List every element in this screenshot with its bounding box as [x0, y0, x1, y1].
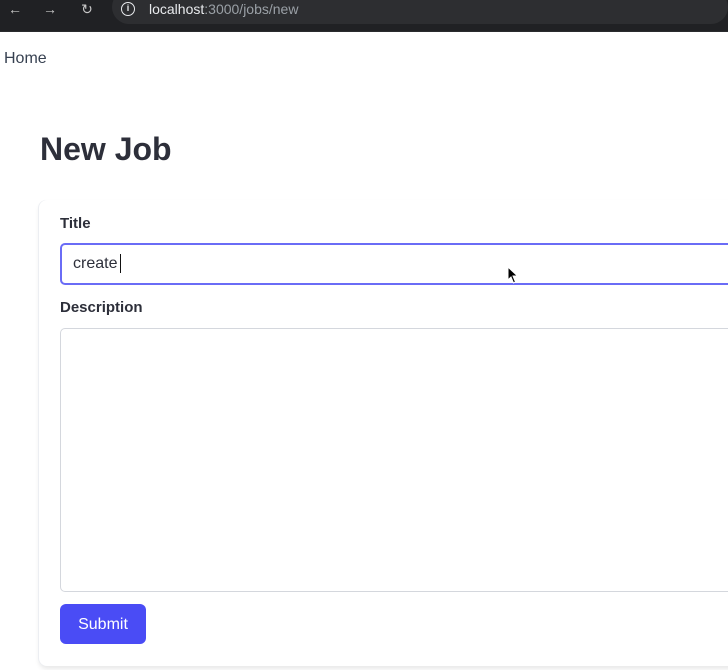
title-label: Title [60, 215, 91, 232]
submit-button[interactable]: Submit [60, 604, 146, 644]
arrow-left-icon: ← [8, 1, 22, 17]
home-link[interactable]: Home [4, 49, 47, 69]
page-title: New Job [40, 131, 172, 167]
forward-button[interactable]: → [40, 0, 60, 18]
back-button[interactable]: ← [5, 0, 25, 18]
mouse-pointer-icon [507, 266, 519, 284]
address-bar[interactable]: i localhost:3000/jobs/new [112, 0, 728, 24]
text-caret [120, 254, 121, 273]
info-icon[interactable]: i [121, 2, 135, 16]
new-job-form: Title Description Submit [39, 200, 728, 666]
description-textarea[interactable] [60, 328, 728, 592]
description-label: Description [60, 299, 143, 316]
url-path: :3000/jobs/new [204, 1, 299, 17]
reload-icon: ↻ [81, 1, 93, 17]
browser-toolbar: ← → ↻ i localhost:3000/jobs/new [0, 0, 728, 32]
title-input[interactable] [60, 243, 728, 285]
arrow-right-icon: → [43, 1, 57, 17]
reload-button[interactable]: ↻ [77, 0, 97, 18]
url-host: localhost [149, 1, 205, 17]
url-text[interactable]: localhost:3000/jobs/new [149, 1, 298, 17]
